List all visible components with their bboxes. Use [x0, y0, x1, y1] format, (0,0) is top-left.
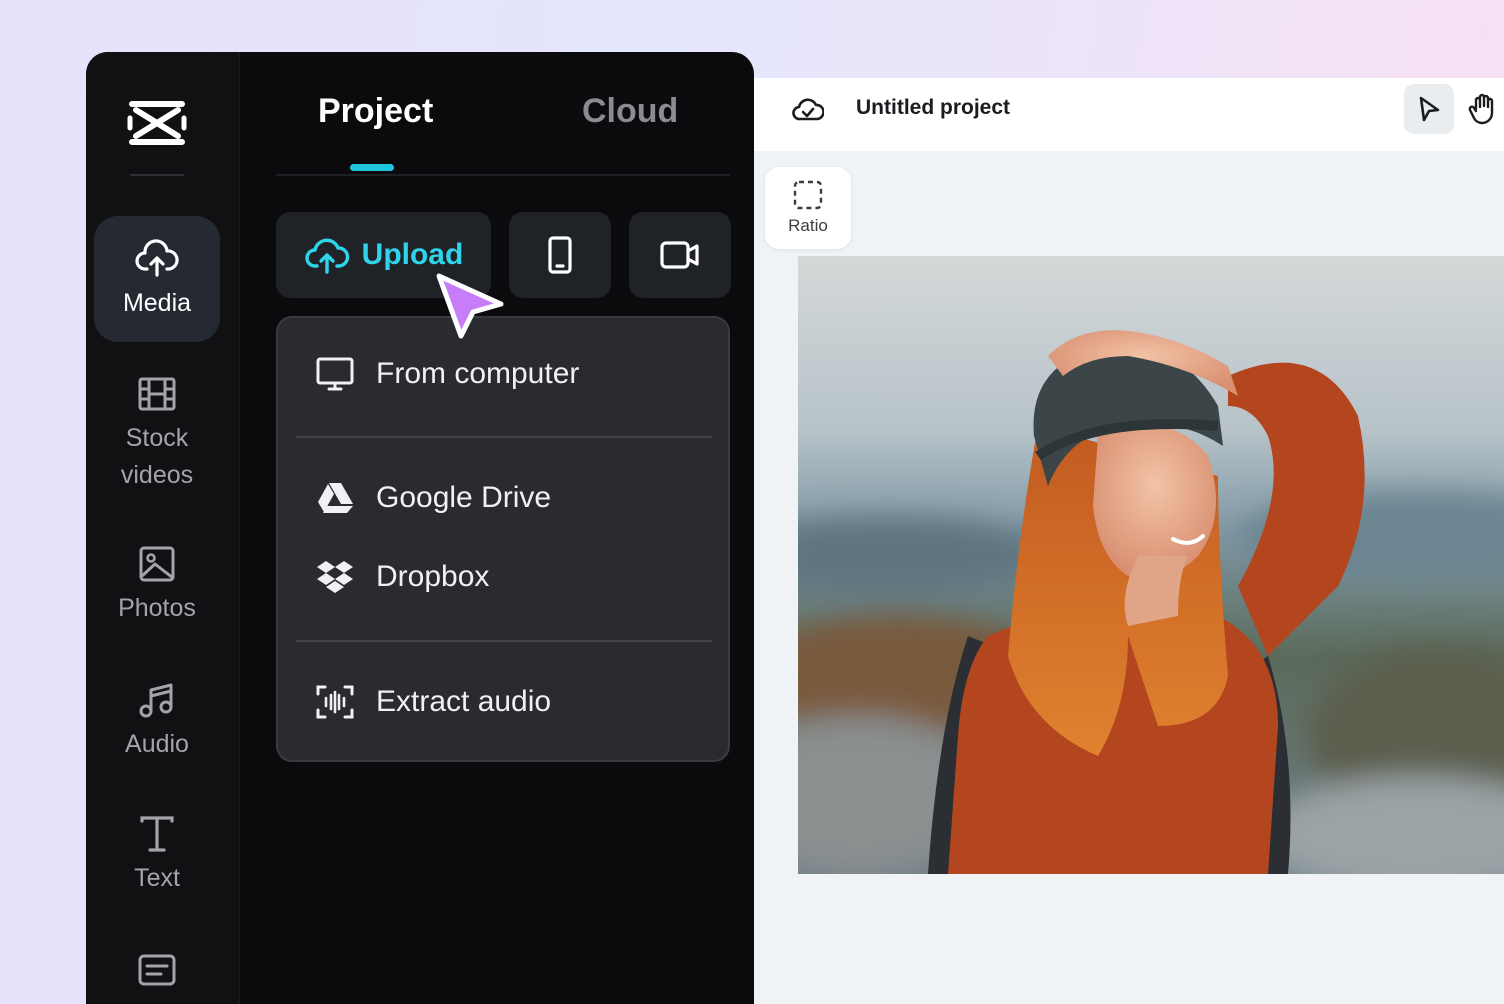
- smartphone-icon: [548, 236, 572, 274]
- menu-item-label: Google Drive: [376, 481, 552, 514]
- tab-project[interactable]: Project: [318, 92, 433, 131]
- sidebar-item-stock-videos[interactable]: Stock videos: [94, 372, 220, 494]
- project-title[interactable]: Untitled project: [856, 96, 1010, 120]
- editor-area: Untitled project Ratio: [754, 78, 1504, 1004]
- menu-item-label: Dropbox: [376, 560, 490, 593]
- sidebar-item-label: Text: [134, 864, 180, 892]
- image-icon: [139, 546, 175, 582]
- sidebar-item-label: Audio: [125, 730, 189, 758]
- sidebar-item-audio[interactable]: Audio: [94, 678, 220, 763]
- select-tool-button[interactable]: [1404, 84, 1454, 134]
- sidebar-item-text[interactable]: Text: [94, 812, 220, 897]
- video-camera-icon: [660, 241, 699, 269]
- sidebar: Media Stock videos Photos Audio Text: [86, 52, 240, 1004]
- phone-upload-button[interactable]: [509, 212, 611, 298]
- tabs-divider: [276, 174, 730, 176]
- film-icon: [138, 377, 176, 411]
- cloud-upload-icon: [305, 238, 349, 274]
- sidebar-item-label: Media: [122, 288, 192, 317]
- logo-divider: [130, 174, 184, 176]
- google-drive-icon: [318, 483, 353, 513]
- text-icon: [140, 816, 174, 852]
- aspect-ratio-icon: [793, 180, 823, 210]
- active-tab-indicator: [350, 164, 394, 171]
- menu-item-label: Extract audio: [376, 685, 552, 718]
- tab-cloud[interactable]: Cloud: [582, 92, 678, 131]
- cloud-saved-icon[interactable]: [792, 95, 824, 123]
- pointer-icon: [1419, 96, 1440, 122]
- upload-label: Upload: [361, 238, 464, 271]
- menu-item-dropbox[interactable]: Dropbox: [316, 559, 489, 595]
- sidebar-item-photos[interactable]: Photos: [94, 542, 220, 627]
- editor-topbar: Untitled project: [754, 78, 1504, 151]
- pointer-cursor-icon: [436, 273, 504, 339]
- menu-item-extract-audio[interactable]: Extract audio: [316, 684, 551, 720]
- sidebar-item-label: Stock videos: [120, 424, 194, 489]
- canvas-photo[interactable]: [798, 256, 1504, 874]
- capcut-logo-icon: [127, 101, 187, 145]
- ratio-label: Ratio: [788, 216, 828, 235]
- upload-dropdown-menu: From computer Google Drive Dropbox Extra…: [276, 316, 730, 762]
- menu-divider: [296, 436, 712, 438]
- dropbox-icon: [317, 561, 353, 593]
- sidebar-item-captions[interactable]: [94, 948, 220, 996]
- sidebar-item-label: Photos: [118, 594, 196, 622]
- record-video-button[interactable]: [629, 212, 731, 298]
- sidebar-item-media[interactable]: Media: [94, 216, 220, 342]
- monitor-icon: [316, 357, 354, 391]
- cloud-upload-icon: [135, 238, 179, 277]
- menu-item-from-computer[interactable]: From computer: [316, 356, 579, 392]
- hand-tool-button[interactable]: [1468, 84, 1504, 134]
- menu-divider: [296, 640, 712, 642]
- music-note-icon: [139, 683, 173, 718]
- hand-icon: [1468, 93, 1494, 125]
- media-panel: Media Stock videos Photos Audio Text Pro…: [86, 52, 754, 1004]
- menu-item-google-drive[interactable]: Google Drive: [316, 480, 551, 516]
- captions-icon: [138, 954, 176, 986]
- ratio-button[interactable]: Ratio: [765, 167, 851, 249]
- menu-item-label: From computer: [376, 357, 580, 390]
- extract-audio-icon: [316, 685, 354, 719]
